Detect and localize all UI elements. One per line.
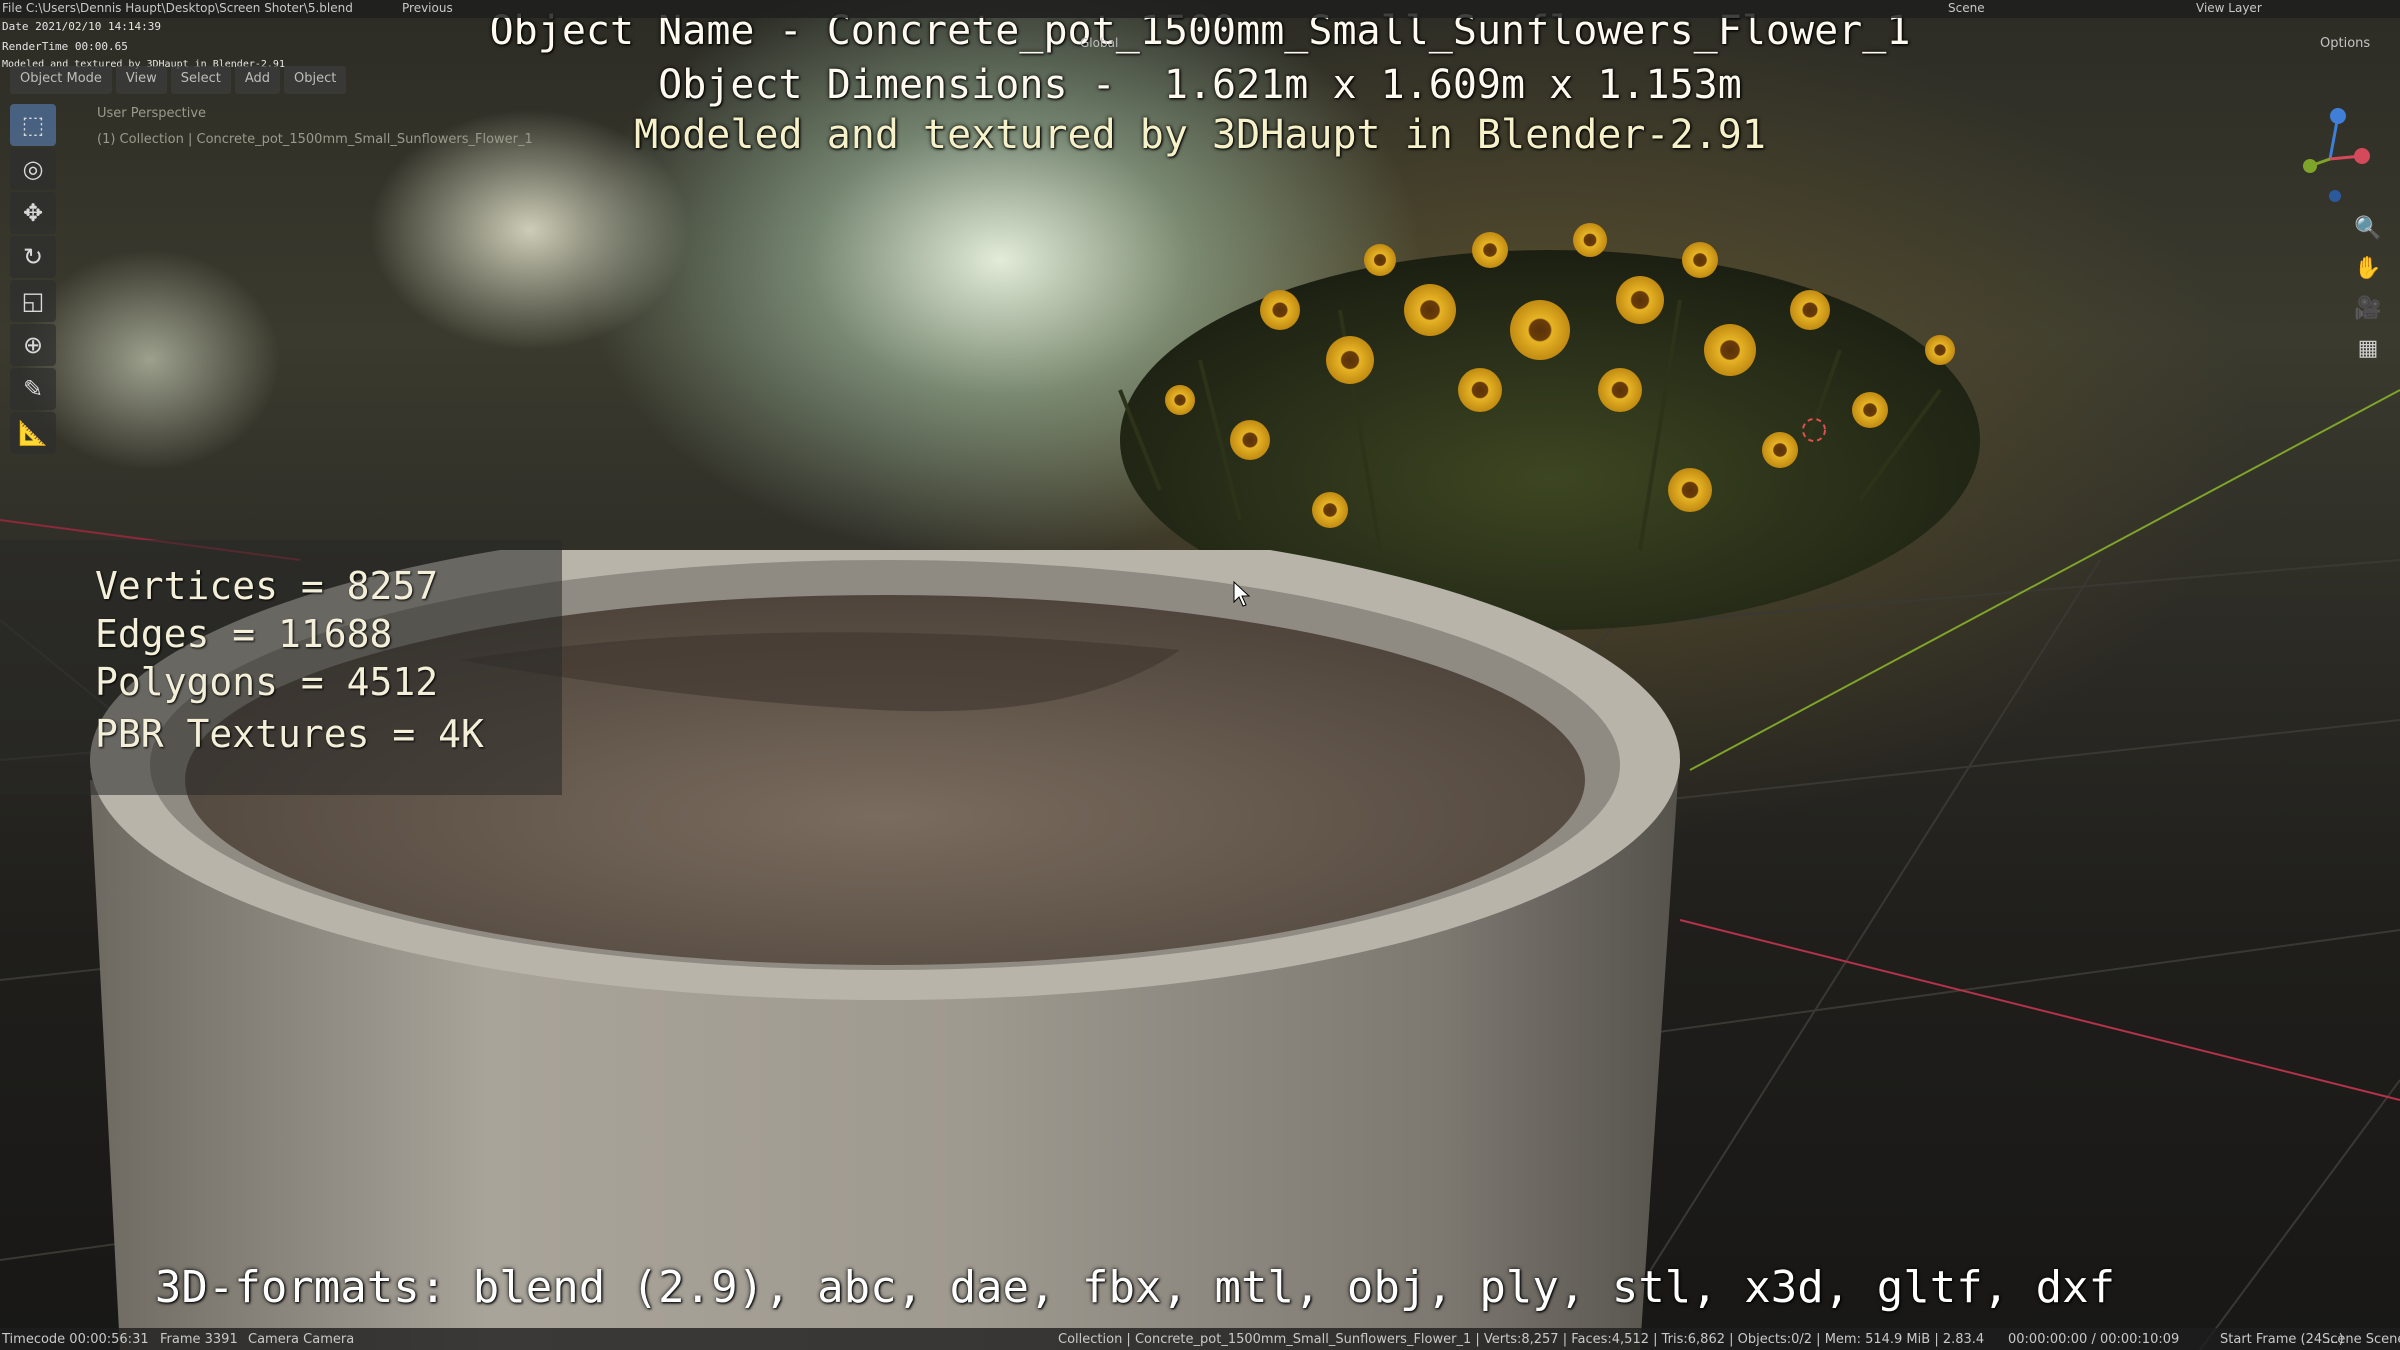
render-date: Date 2021/02/10 14:14:39 [2, 20, 161, 33]
viewport-header-menu: Object Mode View Select Add Object [10, 66, 347, 94]
annotate-icon[interactable]: ✎ [10, 368, 56, 410]
menu-add[interactable]: Add [234, 66, 281, 94]
view-layer-selector[interactable]: View Layer [2196, 1, 2262, 15]
transform-icon[interactable]: ⊕ [10, 324, 56, 366]
scene-statistics: Collection | Concrete_pot_1500mm_Small_S… [1058, 1332, 1985, 1347]
frame-number: Frame 3391 [160, 1332, 238, 1347]
edges-stat: Edges = 11688 [95, 612, 393, 656]
move-icon[interactable]: ✥ [10, 192, 56, 234]
cursor-icon[interactable]: ◎ [10, 148, 56, 190]
viewport-navigation: 🔍 ✋ 🎥 ▦ [2350, 210, 2386, 370]
viewport-3d[interactable]: Object Name - Concrete_pot_1500mm_Small_… [0, 0, 2400, 1350]
menu-view[interactable]: View [115, 66, 167, 94]
viewport-collection-label: (1) Collection | Concrete_pot_1500mm_Sma… [97, 132, 533, 147]
measure-icon[interactable]: 📐 [10, 412, 56, 454]
select-box-icon[interactable]: ⬚ [10, 104, 56, 146]
scale-icon[interactable]: ◱ [10, 280, 56, 322]
previous-link[interactable]: Previous [402, 1, 453, 15]
top-menu-bar: File C:\Users\Dennis Haupt\Desktop\Scree… [0, 0, 2400, 18]
vertices-stat: Vertices = 8257 [95, 564, 439, 608]
camera-label: Camera Camera [248, 1332, 355, 1347]
pan-hand-icon[interactable]: ✋ [2350, 250, 2386, 286]
textures-stat: PBR Textures = 4K [95, 712, 484, 756]
options-button[interactable]: Options [2320, 36, 2370, 51]
menu-object[interactable]: Object [284, 66, 347, 94]
transform-orientation[interactable]: Global [1080, 36, 1118, 50]
formats-overlay: 3D-formats: blend (2.9), abc, dae, fbx, … [154, 1262, 2116, 1313]
3d-cursor-icon[interactable] [1798, 414, 1830, 446]
menu-select[interactable]: Select [170, 66, 231, 94]
status-bar: Timecode 00:00:56:31 Frame 3391 Camera C… [0, 1328, 2400, 1350]
rotate-icon[interactable]: ↻ [10, 236, 56, 278]
playback-time: 00:00:00:00 / 00:00:10:09 [2008, 1332, 2180, 1347]
object-mode-dropdown[interactable]: Object Mode [10, 66, 112, 94]
polygons-stat: Polygons = 4512 [95, 660, 439, 704]
render-time: RenderTime 00:00.65 [2, 40, 128, 53]
x-axis-line [1679, 919, 2400, 1101]
file-path[interactable]: File C:\Users\Dennis Haupt\Desktop\Scree… [2, 1, 353, 15]
scene-selector[interactable]: Scene [1948, 1, 1985, 15]
mesh-stats-panel: Vertices = 8257 Edges = 11688 Polygons =… [0, 540, 562, 795]
tool-shelf: ⬚ ◎ ✥ ↻ ◱ ⊕ ✎ 📐 [10, 104, 60, 456]
mouse-pointer-icon [1233, 580, 1251, 607]
object-dimensions-overlay: Object Dimensions - 1.621m x 1.609m x 1.… [658, 62, 1742, 108]
navigation-gizmo[interactable] [2280, 104, 2380, 204]
camera-icon[interactable]: 🎥 [2350, 290, 2386, 326]
grid-view-icon[interactable]: ▦ [2350, 330, 2386, 366]
timecode: Timecode 00:00:56:31 [2, 1332, 149, 1347]
viewport-perspective-label: User Perspective [97, 106, 207, 121]
scene-name: Scene Scene [2322, 1332, 2400, 1347]
zoom-icon[interactable]: 🔍 [2350, 210, 2386, 246]
